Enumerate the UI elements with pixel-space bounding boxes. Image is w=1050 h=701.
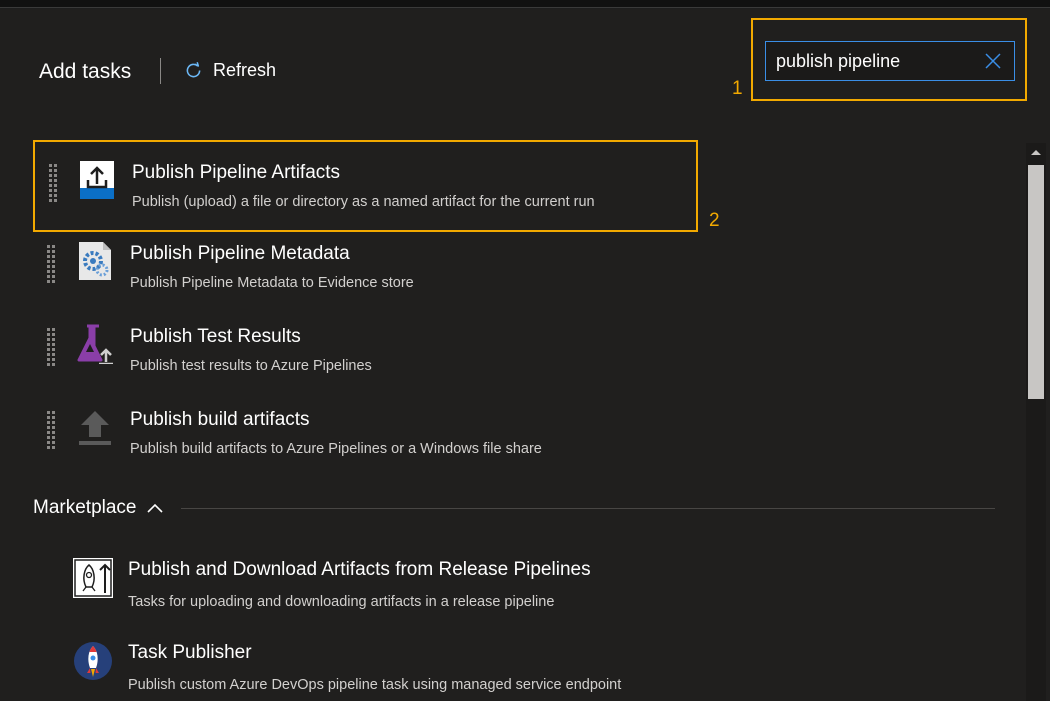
scroll-up-arrow-icon[interactable] <box>1026 143 1046 161</box>
marketplace-item-title: Publish and Download Artifacts from Rele… <box>128 559 591 580</box>
test-flask-icon <box>77 324 113 364</box>
vertical-scrollbar[interactable] <box>1026 143 1046 701</box>
refresh-icon <box>186 62 201 78</box>
task-description: Publish test results to Azure Pipelines <box>130 358 372 374</box>
marketplace-item-description: Tasks for uploading and downloading arti… <box>128 594 555 610</box>
search-input[interactable] <box>776 50 976 72</box>
upload-arrow-icon <box>79 411 111 445</box>
upload-artifact-icon <box>80 161 114 199</box>
rocket-artifact-icon <box>73 558 113 598</box>
marketplace-item-description: Publish custom Azure DevOps pipeline tas… <box>128 677 622 693</box>
task-item-publish-test-results[interactable]: Publish Test Results Publish test result… <box>33 306 698 398</box>
task-title: Publish Pipeline Artifacts <box>132 162 341 183</box>
task-description: Publish (upload) a file or directory as … <box>132 194 595 210</box>
task-title: Publish Test Results <box>130 326 301 347</box>
marketplace-item-title: Task Publisher <box>128 642 252 663</box>
drag-handle-icon[interactable] <box>47 328 55 368</box>
page-title: Add tasks <box>39 60 132 83</box>
rocket-badge-icon <box>74 642 112 680</box>
task-title: Publish Pipeline Metadata <box>130 243 350 264</box>
window-top-bar <box>0 0 1050 8</box>
task-item-publish-build-artifacts[interactable]: Publish build artifacts Publish build ar… <box>33 389 698 481</box>
marketplace-section-toggle[interactable]: Marketplace <box>33 497 164 519</box>
task-item-publish-pipeline-artifacts[interactable]: Publish Pipeline Artifacts Publish (uplo… <box>33 140 698 232</box>
metadata-gear-icon <box>79 242 111 280</box>
task-item-publish-pipeline-metadata[interactable]: Publish Pipeline Metadata Publish Pipeli… <box>33 223 698 315</box>
refresh-button[interactable]: Refresh <box>183 60 276 81</box>
close-icon[interactable] <box>984 52 1002 70</box>
refresh-label: Refresh <box>213 60 277 80</box>
header-divider <box>160 58 161 84</box>
drag-handle-icon[interactable] <box>49 164 57 204</box>
marketplace-item-task-publisher[interactable]: Task Publisher Publish custom Azure DevO… <box>72 640 672 701</box>
callout-number-2: 2 <box>709 210 720 231</box>
task-description: Publish build artifacts to Azure Pipelin… <box>130 441 542 457</box>
task-description: Publish Pipeline Metadata to Evidence st… <box>130 275 414 291</box>
drag-handle-icon[interactable] <box>47 245 55 285</box>
chevron-up-icon <box>146 503 163 513</box>
search-box[interactable] <box>765 41 1015 81</box>
marketplace-item-publish-download-artifacts[interactable]: Publish and Download Artifacts from Rele… <box>72 557 672 637</box>
section-divider <box>181 508 995 509</box>
drag-handle-icon[interactable] <box>47 411 55 451</box>
callout-number-1: 1 <box>732 78 743 99</box>
marketplace-label: Marketplace <box>33 497 137 518</box>
task-title: Publish build artifacts <box>130 409 310 430</box>
scrollbar-thumb[interactable] <box>1028 165 1044 399</box>
